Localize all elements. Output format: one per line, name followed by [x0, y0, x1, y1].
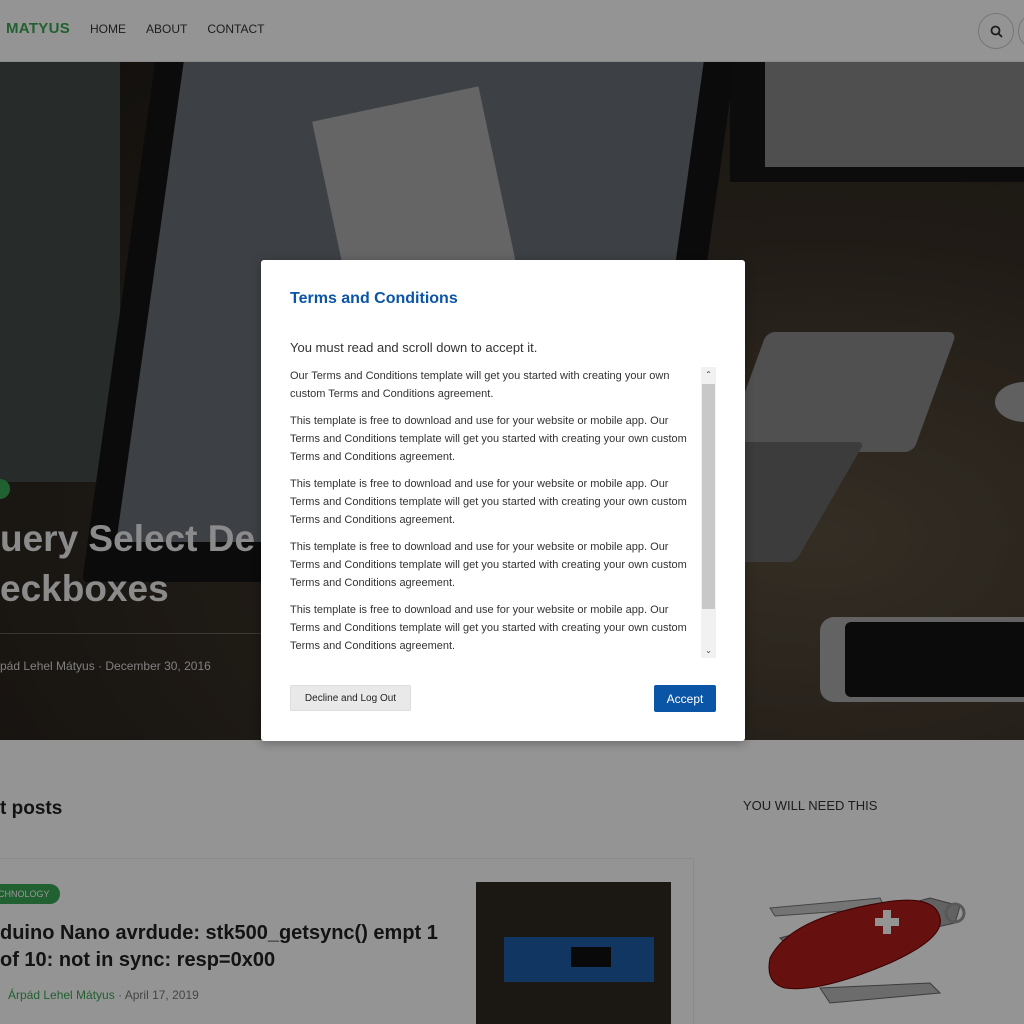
terms-scroll-area[interactable]: Our Terms and Conditions template will g… [290, 367, 716, 658]
scroll-up-arrow-icon[interactable]: ⌃ [701, 367, 716, 382]
scroll-down-arrow-icon[interactable]: ⌄ [701, 643, 716, 658]
terms-paragraph: Our Terms and Conditions template will g… [290, 370, 670, 400]
dialog-title: Terms and Conditions [290, 290, 458, 307]
scrollbar-thumb[interactable] [702, 384, 715, 609]
terms-text: Our Terms and Conditions template will g… [290, 367, 690, 658]
dialog-subtitle: You must read and scroll down to accept … [290, 340, 538, 355]
terms-paragraph: This template is free to download and us… [290, 541, 687, 589]
terms-scrollbar[interactable]: ⌃ ⌄ [701, 367, 716, 658]
decline-button[interactable]: Decline and Log Out [290, 685, 411, 711]
terms-dialog: Terms and Conditions You must read and s… [261, 260, 745, 741]
terms-paragraph: This template is free to download and us… [290, 415, 687, 463]
terms-paragraph: This template is free to download and us… [290, 604, 687, 652]
terms-paragraph: This template is free to download and us… [290, 478, 687, 526]
accept-button[interactable]: Accept [654, 685, 716, 712]
